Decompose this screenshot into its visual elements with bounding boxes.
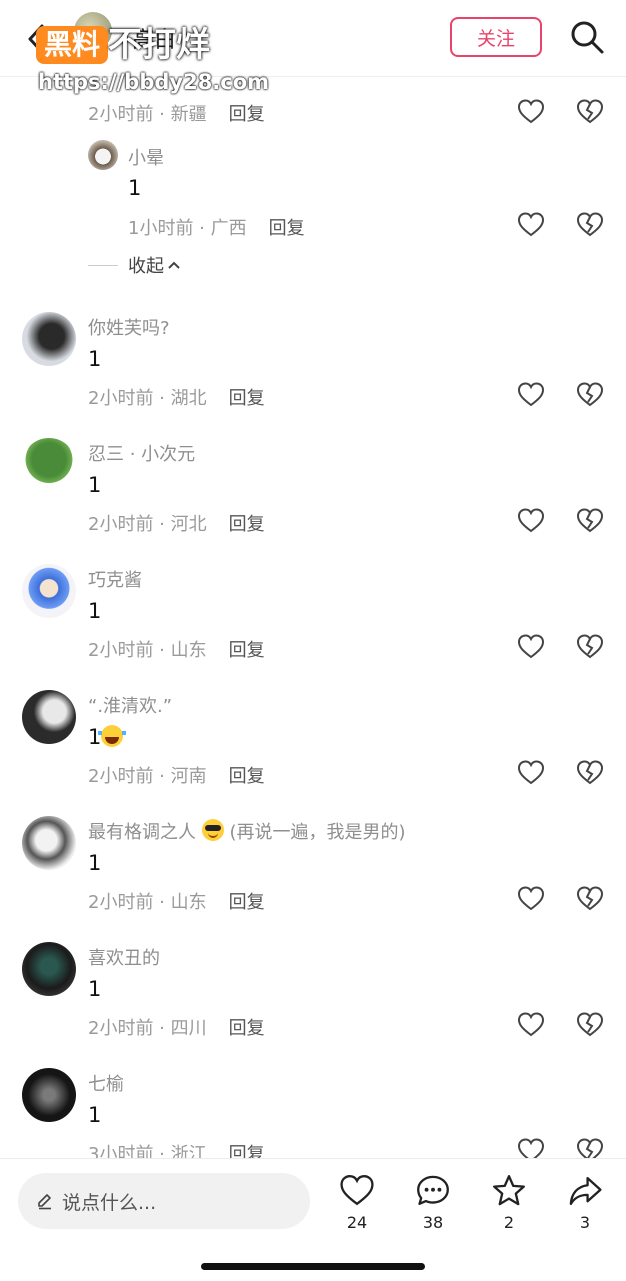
avatar[interactable] [22,1068,76,1122]
chevron-up-icon [168,261,180,269]
avatar[interactable] [88,140,118,170]
reply-button[interactable]: 回复 [229,766,265,787]
commenter-name[interactable]: 七榆 [88,1070,124,1096]
pen-icon [38,1194,51,1210]
commenter-name[interactable]: 小晕 [128,144,164,170]
avatar[interactable] [22,942,76,996]
commenter-name[interactable]: 巧克酱 [88,566,142,592]
commenter-name[interactable]: 喜欢丑的 [88,944,160,970]
reply-button[interactable]: 回复 [229,640,265,661]
comment-button[interactable]: 38 [403,1173,463,1232]
dislike-broken-heart-icon[interactable] [576,633,604,661]
like-heart-icon[interactable] [517,381,545,409]
commenter-name[interactable]: 你姓芙吗? [88,314,170,340]
follow-button[interactable]: 关注 [450,17,542,57]
dislike-broken-heart-icon[interactable] [576,507,604,535]
like-button[interactable]: 24 [327,1173,387,1232]
comment-text: 1 [88,977,102,1001]
comment-meta: 2小时前 · 河南 回复 [88,766,265,787]
share-button[interactable]: 3 [555,1173,615,1232]
comment-meta: 2小时前 · 山东 回复 [88,892,265,913]
comment-placeholder: 说点什么... [62,1192,157,1214]
watermark-logo: 黑料 [36,26,109,64]
comment-text: 1 [88,347,102,371]
collapse-replies-button[interactable]: 收起 [88,252,182,278]
comment-text: 1 [88,851,102,875]
comment-text: 1 [88,599,102,623]
comment-count: 38 [422,1213,444,1232]
comment-text: 1 [88,473,102,497]
comment-text: 1 [88,725,127,749]
search-icon[interactable] [568,18,606,56]
star-icon [493,1175,525,1206]
like-heart-icon[interactable] [517,211,545,239]
like-heart-icon[interactable] [517,1011,545,1039]
like-heart-icon[interactable] [517,98,545,126]
avatar[interactable] [22,438,76,492]
divider [88,264,118,266]
watermark-slogan: 不打烊 [108,25,211,65]
comment-meta: 2小时前 · 湖北 回复 [88,388,265,409]
dislike-broken-heart-icon[interactable] [576,1011,604,1039]
sunglasses-emoji-icon [201,819,224,841]
reply-button[interactable]: 回复 [269,218,305,239]
comment-meta: 1小时前 · 广西 回复 [128,218,305,239]
watermark-url: https://bbdy28.com [38,70,270,94]
favorite-button[interactable]: 2 [479,1173,539,1232]
comment-meta: 2小时前 · 四川 回复 [88,1018,265,1039]
like-heart-icon[interactable] [517,507,545,535]
favorite-count: 2 [503,1213,515,1232]
home-indicator[interactable] [201,1263,425,1270]
dislike-broken-heart-icon[interactable] [576,381,604,409]
heart-icon [340,1175,374,1206]
like-heart-icon[interactable] [517,759,545,787]
commenter-name[interactable]: “.淮清欢.” [88,692,172,718]
dislike-broken-heart-icon[interactable] [576,211,604,239]
dislike-broken-heart-icon[interactable] [576,98,604,126]
comment-meta: 2小时前 · 河北 回复 [88,514,265,535]
avatar[interactable] [22,816,76,870]
comment-text: 1 [88,1103,102,1127]
share-arrow-icon [569,1176,602,1206]
laughing-crying-emoji-icon [98,725,127,747]
like-heart-icon[interactable] [517,633,545,661]
comment-input[interactable]: 说点什么... [18,1173,310,1229]
reply-button[interactable]: 回复 [229,388,265,409]
avatar[interactable] [22,690,76,744]
bottom-action-bar: 说点什么... 24 38 2 3 [0,1158,626,1281]
avatar[interactable] [22,312,76,366]
avatar[interactable] [22,564,76,618]
commenter-name[interactable]: 忍三 · 小次元 [88,440,195,466]
share-count: 3 [579,1213,591,1232]
like-heart-icon[interactable] [517,885,545,913]
dislike-broken-heart-icon[interactable] [576,885,604,913]
comment-meta: 2小时前 · 山东 回复 [88,640,265,661]
comment-text: 1 [128,176,142,200]
reply-button[interactable]: 回复 [229,104,265,125]
dislike-broken-heart-icon[interactable] [576,759,604,787]
reply-button[interactable]: 回复 [229,514,265,535]
comment-meta: 2小时前 · 新疆 回复 [88,104,265,125]
like-count: 24 [346,1213,368,1232]
reply-button[interactable]: 回复 [229,892,265,913]
reply-button[interactable]: 回复 [229,1018,265,1039]
watermark: 黑料 不打烊 https://bbdy28.com [36,25,269,94]
commenter-name[interactable]: 最有格调之人 (再说一遍，我是男的) [88,818,406,844]
comment-bubble-icon [417,1175,449,1206]
